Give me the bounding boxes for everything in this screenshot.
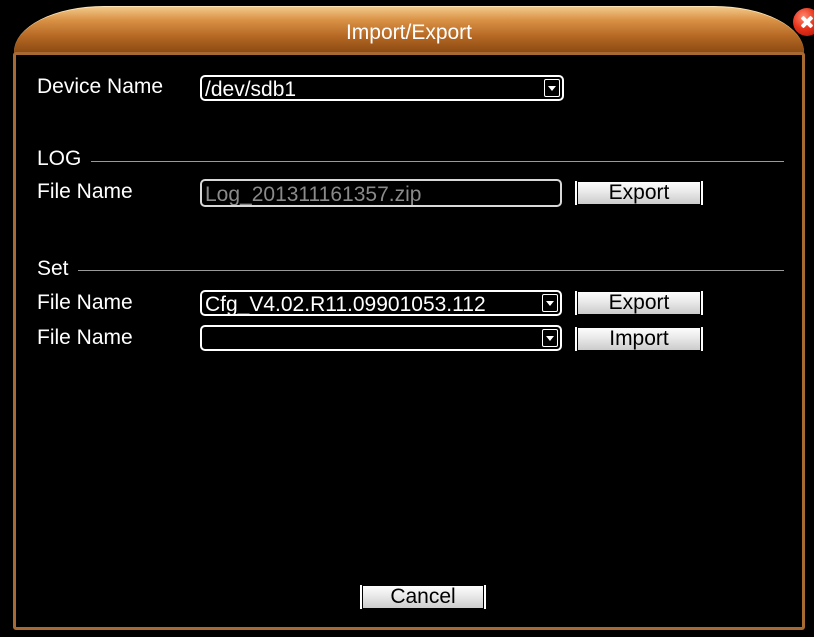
log-export-button[interactable]: Export: [575, 181, 703, 205]
log-file-name-label: File Name: [37, 180, 133, 203]
set-import-file-select[interactable]: [200, 325, 562, 351]
set-section-title: Set: [37, 257, 69, 280]
import-export-panel: Device Name /dev/sdb1 LOG File Name Log_…: [13, 52, 805, 630]
set-export-file-label: File Name: [37, 291, 133, 314]
device-name-value: /dev/sdb1: [205, 78, 297, 101]
dropdown-arrow-icon[interactable]: [544, 79, 560, 97]
close-icon[interactable]: [793, 8, 814, 36]
device-name-select[interactable]: /dev/sdb1: [200, 75, 564, 101]
set-import-button[interactable]: Import: [575, 327, 703, 351]
set-export-file-select[interactable]: Cfg_V4.02.R11.09901053.112: [200, 290, 562, 316]
device-name-label: Device Name: [37, 75, 164, 98]
set-section-divider: [78, 270, 784, 271]
cancel-button[interactable]: Cancel: [360, 585, 486, 609]
log-section-divider: [91, 161, 784, 162]
set-import-file-label: File Name: [37, 326, 133, 349]
log-file-name-field[interactable]: Log_201311161357.zip: [200, 179, 562, 207]
set-export-button[interactable]: Export: [575, 291, 703, 315]
log-section-title: LOG: [37, 147, 82, 170]
title-bar: Import/Export: [0, 0, 814, 53]
dropdown-arrow-icon[interactable]: [542, 294, 558, 312]
set-export-file-value: Cfg_V4.02.R11.09901053.112: [205, 293, 486, 316]
window-title: Import/Export: [345, 21, 473, 44]
dropdown-arrow-icon[interactable]: [542, 329, 558, 347]
log-file-name-value: Log_201311161357.zip: [205, 183, 422, 206]
title-tab: Import/Export: [14, 6, 804, 53]
